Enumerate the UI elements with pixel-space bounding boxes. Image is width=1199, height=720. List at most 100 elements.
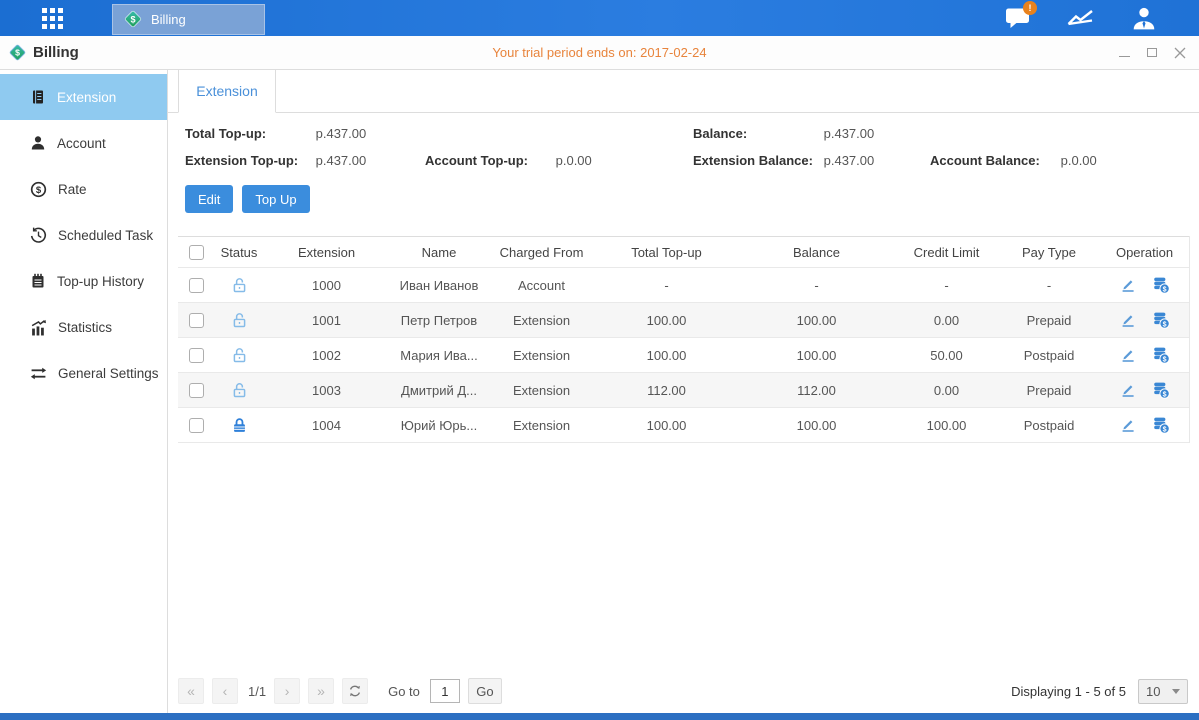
edit-pencil-icon: [1120, 277, 1136, 293]
svg-text:$: $: [1162, 426, 1166, 433]
top-up-row-button[interactable]: $: [1152, 311, 1170, 329]
tab-label: Extension: [196, 83, 257, 99]
cell-balance: -: [739, 278, 894, 293]
prev-page-button[interactable]: ‹: [212, 678, 238, 704]
svg-text:$: $: [1162, 356, 1166, 363]
app-title: Billing: [33, 44, 79, 61]
row-checkbox[interactable]: [189, 278, 204, 293]
balance-value: p.437.00: [824, 126, 875, 141]
sidebar-item-general-settings[interactable]: General Settings: [0, 350, 167, 396]
notebook-icon: [30, 273, 46, 289]
account-balance-value: p.0.00: [1061, 153, 1097, 168]
line-chart-icon: [1066, 7, 1096, 29]
page-size-select[interactable]: 10: [1138, 679, 1188, 704]
next-page-button[interactable]: ›: [274, 678, 300, 704]
account-balance: Account Balance: p.0.00: [930, 153, 1199, 168]
person-icon: [30, 135, 46, 151]
refresh-button[interactable]: [342, 678, 368, 704]
top-up-row-button[interactable]: $: [1152, 381, 1170, 399]
svg-text:$: $: [36, 185, 42, 196]
cell-pay-type: -: [999, 278, 1099, 293]
cell-operation: $: [1099, 276, 1190, 294]
cell-operation: $: [1099, 381, 1190, 399]
billing-window: $ Billing !: [0, 0, 1199, 720]
cell-credit-limit: 0.00: [894, 313, 999, 328]
edit-row-button[interactable]: [1120, 312, 1136, 328]
pagination-bar: « ‹ 1/1 › » Go to Go Displaying 1: [178, 677, 1188, 705]
coins-topup-icon: $: [1152, 346, 1170, 364]
goto-page-input[interactable]: [430, 679, 460, 703]
sidebar-item-rate[interactable]: $ Rate: [0, 166, 167, 212]
lock-open-icon: [231, 312, 248, 329]
cell-charged-from: Extension: [489, 348, 594, 363]
close-button[interactable]: [1173, 46, 1187, 60]
first-page-button[interactable]: «: [178, 678, 204, 704]
top-up-row-button[interactable]: $: [1152, 346, 1170, 364]
balance-summary: Total Top-up: p.437.00 Balance: p.437.00…: [185, 126, 1199, 168]
next-page-icon: ›: [285, 683, 290, 699]
top-up-button[interactable]: Top Up: [242, 185, 309, 213]
cell-operation: $: [1099, 416, 1190, 434]
edit-button[interactable]: Edit: [185, 185, 233, 213]
cell-pay-type: Postpaid: [999, 418, 1099, 433]
top-up-row-button[interactable]: $: [1152, 416, 1170, 434]
cell-charged-from: Extension: [489, 418, 594, 433]
page-size-value: 10: [1146, 684, 1160, 699]
last-page-button[interactable]: »: [308, 678, 334, 704]
ledger-icon: [30, 89, 46, 105]
edit-row-button[interactable]: [1120, 277, 1136, 293]
extension-balance: Extension Balance: p.437.00: [693, 153, 930, 168]
sidebar-item-label: Statistics: [58, 320, 112, 335]
account-topup: Account Top-up: p.0.00: [425, 153, 693, 168]
row-checkbox[interactable]: [189, 418, 204, 433]
cell-credit-limit: 100.00: [894, 418, 999, 433]
svg-text:$: $: [130, 14, 135, 24]
sidebar-item-extension[interactable]: Extension: [0, 74, 167, 120]
cell-name: Дмитрий Д...: [389, 383, 489, 398]
minimize-button[interactable]: [1117, 46, 1131, 60]
cell-balance: 100.00: [739, 313, 894, 328]
account-topup-value: p.0.00: [556, 153, 592, 168]
edit-row-button[interactable]: [1120, 417, 1136, 433]
topbar-tab-billing[interactable]: $ Billing: [112, 4, 265, 35]
minimize-icon: [1119, 56, 1130, 57]
sidebar-item-label: Extension: [57, 90, 116, 105]
cell-total-topup: 100.00: [594, 348, 739, 363]
window-controls: [1117, 46, 1187, 60]
user-icon: [1131, 6, 1157, 30]
row-checkbox[interactable]: [189, 348, 204, 363]
stats-icon: [30, 319, 47, 336]
reports-button[interactable]: [1066, 5, 1096, 31]
go-button[interactable]: Go: [468, 678, 502, 704]
svg-text:$: $: [1162, 286, 1166, 293]
row-checkbox[interactable]: [189, 383, 204, 398]
tab-extension[interactable]: Extension: [178, 70, 276, 113]
sidebar-item-statistics[interactable]: Statistics: [0, 304, 167, 350]
col-extension: Extension: [264, 245, 389, 260]
lock-open-icon: [231, 277, 248, 294]
sidebar-item-account[interactable]: Account: [0, 120, 167, 166]
edit-row-button[interactable]: [1120, 382, 1136, 398]
col-charged-from: Charged From: [489, 245, 594, 260]
cell-balance: 112.00: [739, 383, 894, 398]
coins-topup-icon: $: [1152, 416, 1170, 434]
sidebar-item-topup-history[interactable]: Top-up History: [0, 258, 167, 304]
top-up-row-button[interactable]: $: [1152, 276, 1170, 294]
cell-extension: 1000: [264, 278, 389, 293]
apps-menu-button[interactable]: [22, 8, 82, 29]
col-name: Name: [389, 245, 489, 260]
cell-extension: 1002: [264, 348, 389, 363]
select-all-checkbox[interactable]: [189, 245, 204, 260]
table-row: 1000 Иван Иванов Account - - - -: [178, 268, 1189, 303]
row-checkbox[interactable]: [189, 313, 204, 328]
svg-text:$: $: [15, 48, 20, 58]
maximize-button[interactable]: [1145, 46, 1159, 60]
sidebar-item-scheduled-task[interactable]: Scheduled Task: [0, 212, 167, 258]
cell-credit-limit: 0.00: [894, 383, 999, 398]
extensions-table: Status Extension Name Charged From Total…: [178, 236, 1190, 443]
user-button[interactable]: [1129, 5, 1159, 31]
total-topup: Total Top-up: p.437.00: [185, 126, 425, 141]
messages-button[interactable]: !: [1003, 5, 1033, 31]
cell-total-topup: -: [594, 278, 739, 293]
edit-row-button[interactable]: [1120, 347, 1136, 363]
